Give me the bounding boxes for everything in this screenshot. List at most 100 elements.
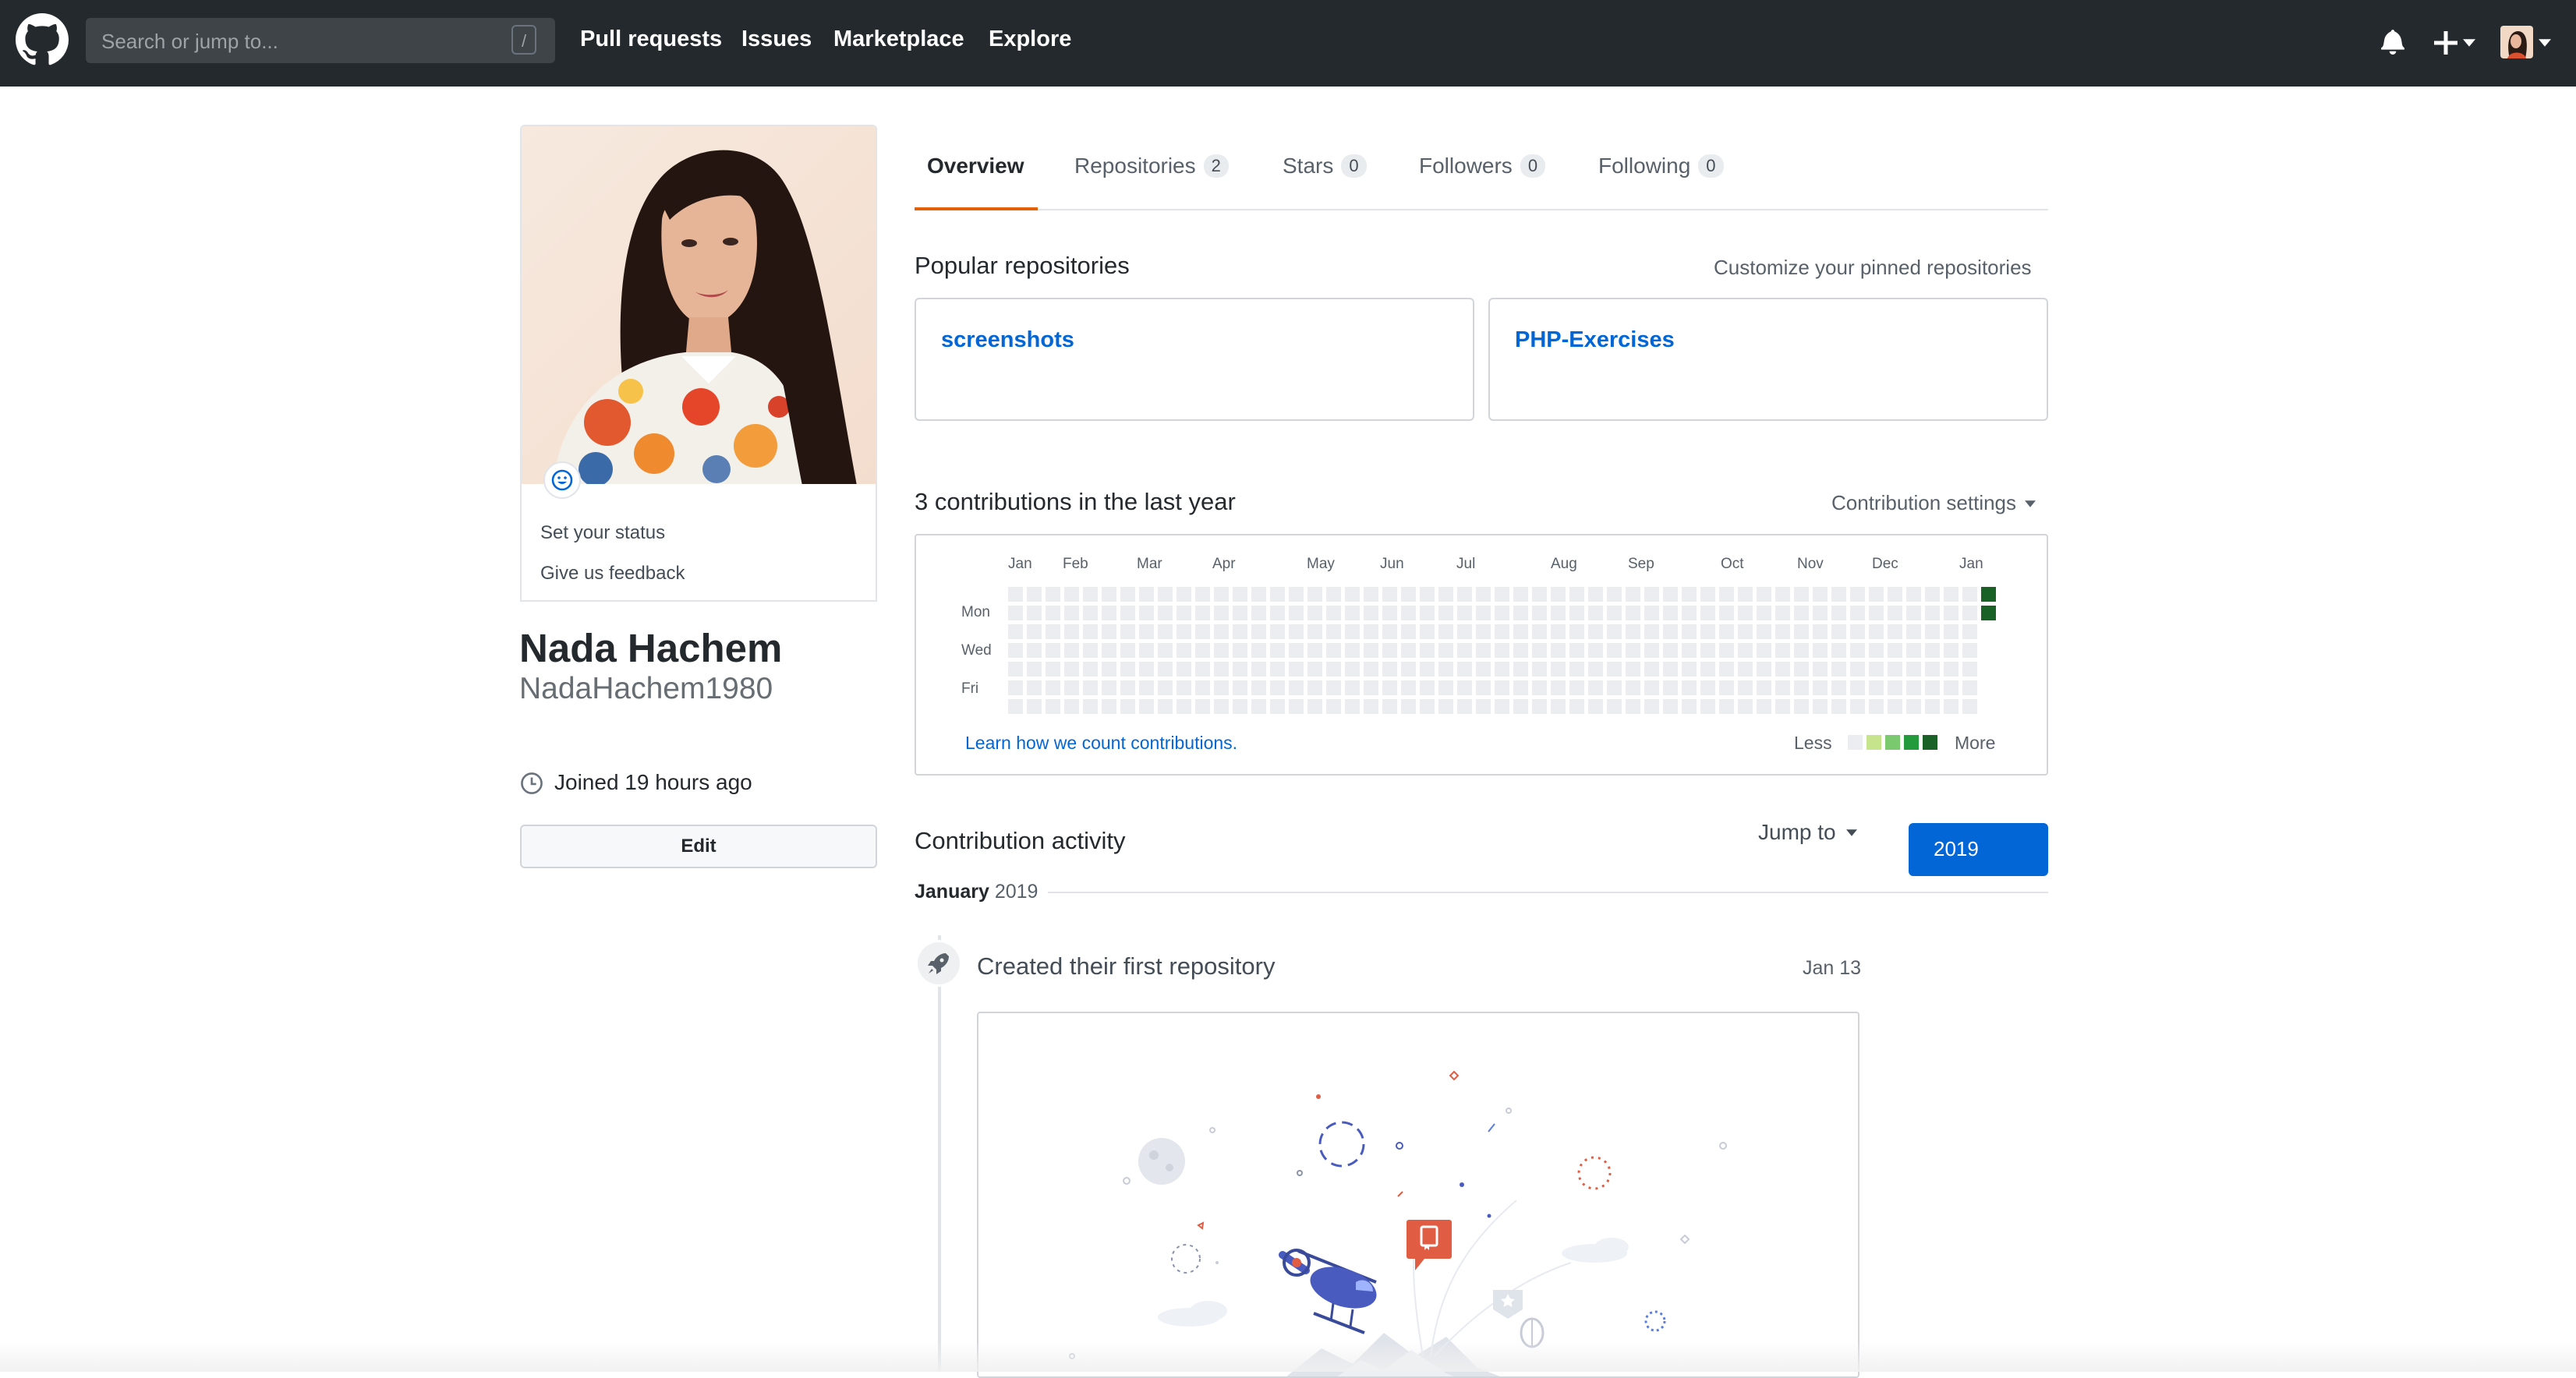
calendar-day-cell[interactable]: [1813, 662, 1828, 677]
calendar-day-cell[interactable]: [1326, 606, 1341, 620]
calendar-day-cell[interactable]: [1944, 624, 1959, 639]
calendar-day-cell[interactable]: [1513, 587, 1528, 602]
calendar-day-cell[interactable]: [1364, 587, 1378, 602]
calendar-day-cell[interactable]: [1551, 699, 1566, 714]
calendar-day-cell[interactable]: [1120, 699, 1135, 714]
calendar-day-cell[interactable]: [1869, 662, 1884, 677]
calendar-day-cell[interactable]: [1177, 624, 1191, 639]
calendar-day-cell[interactable]: [1663, 680, 1678, 695]
nav-marketplace[interactable]: Marketplace: [833, 26, 964, 52]
calendar-day-cell[interactable]: [1307, 606, 1322, 620]
calendar-day-cell[interactable]: [1345, 699, 1360, 714]
calendar-day-cell[interactable]: [1532, 606, 1547, 620]
calendar-day-cell[interactable]: [1420, 662, 1435, 677]
calendar-day-cell[interactable]: [1251, 643, 1266, 658]
calendar-day-cell[interactable]: [1644, 624, 1659, 639]
calendar-day-cell[interactable]: [1177, 587, 1191, 602]
calendar-day-cell[interactable]: [1831, 624, 1846, 639]
calendar-day-cell[interactable]: [1719, 624, 1734, 639]
calendar-day-cell[interactable]: [1607, 587, 1622, 602]
calendar-day-cell[interactable]: [1962, 624, 1977, 639]
calendar-day-cell[interactable]: [1139, 699, 1154, 714]
calendar-day-cell[interactable]: [1401, 606, 1416, 620]
calendar-day-cell[interactable]: [1813, 606, 1828, 620]
tab-overview[interactable]: Overview: [927, 154, 1024, 178]
calendar-day-cell[interactable]: [1700, 699, 1715, 714]
calendar-day-cell[interactable]: [1588, 606, 1603, 620]
calendar-day-cell[interactable]: [1438, 643, 1453, 658]
calendar-day-cell[interactable]: [1457, 624, 1472, 639]
calendar-day-cell[interactable]: [1438, 624, 1453, 639]
calendar-day-cell[interactable]: [1270, 662, 1285, 677]
calendar-day-cell[interactable]: [1420, 699, 1435, 714]
calendar-day-cell[interactable]: [1588, 699, 1603, 714]
calendar-day-cell[interactable]: [1738, 680, 1753, 695]
calendar-day-cell[interactable]: [1607, 643, 1622, 658]
calendar-day-cell[interactable]: [1438, 680, 1453, 695]
calendar-day-cell[interactable]: [1813, 699, 1828, 714]
calendar-day-cell[interactable]: [1382, 699, 1397, 714]
calendar-day-cell[interactable]: [1626, 699, 1640, 714]
calendar-day-cell[interactable]: [1850, 606, 1865, 620]
calendar-day-cell[interactable]: [1251, 680, 1266, 695]
calendar-day-cell[interactable]: [1064, 624, 1079, 639]
calendar-day-cell[interactable]: [1158, 606, 1173, 620]
calendar-day-cell[interactable]: [1438, 699, 1453, 714]
calendar-day-cell[interactable]: [1906, 699, 1921, 714]
calendar-day-cell[interactable]: [1102, 624, 1116, 639]
calendar-day-cell[interactable]: [1401, 624, 1416, 639]
calendar-day-cell[interactable]: [1682, 699, 1697, 714]
bell-icon[interactable]: [2381, 28, 2404, 55]
calendar-day-cell[interactable]: [1420, 680, 1435, 695]
calendar-day-cell[interactable]: [1532, 624, 1547, 639]
calendar-day-cell[interactable]: [1944, 662, 1959, 677]
calendar-day-cell[interactable]: [1420, 606, 1435, 620]
calendar-day-cell[interactable]: [1588, 624, 1603, 639]
calendar-day-cell[interactable]: [1775, 662, 1790, 677]
calendar-day-cell[interactable]: [1700, 662, 1715, 677]
calendar-day-cell[interactable]: [1588, 662, 1603, 677]
calendar-day-cell[interactable]: [1195, 680, 1210, 695]
calendar-day-cell[interactable]: [1869, 606, 1884, 620]
year-2019-button[interactable]: 2019: [1909, 823, 2048, 876]
calendar-day-cell[interactable]: [1027, 680, 1042, 695]
calendar-day-cell[interactable]: [1569, 587, 1584, 602]
calendar-day-cell[interactable]: [1757, 624, 1771, 639]
calendar-day-cell[interactable]: [1794, 699, 1809, 714]
calendar-day-cell[interactable]: [1757, 699, 1771, 714]
calendar-day-cell[interactable]: [1401, 699, 1416, 714]
calendar-day-cell[interactable]: [1476, 606, 1491, 620]
calendar-day-cell[interactable]: [1495, 699, 1509, 714]
calendar-day-cell[interactable]: [1476, 662, 1491, 677]
calendar-day-cell[interactable]: [1326, 643, 1341, 658]
calendar-day-cell[interactable]: [1532, 680, 1547, 695]
calendar-day-cell[interactable]: [1046, 699, 1060, 714]
calendar-day-cell[interactable]: [1307, 680, 1322, 695]
calendar-day-cell[interactable]: [1476, 680, 1491, 695]
calendar-day-cell[interactable]: [1177, 680, 1191, 695]
calendar-day-cell[interactable]: [1083, 662, 1098, 677]
calendar-day-cell[interactable]: [1869, 680, 1884, 695]
repo-link[interactable]: screenshots: [941, 327, 1074, 353]
calendar-day-cell[interactable]: [1888, 662, 1902, 677]
calendar-day-cell[interactable]: [1326, 680, 1341, 695]
calendar-day-cell[interactable]: [1495, 662, 1509, 677]
calendar-day-cell[interactable]: [1177, 662, 1191, 677]
calendar-day-cell[interactable]: [1925, 587, 1940, 602]
calendar-day-cell[interactable]: [1757, 662, 1771, 677]
tab-stars[interactable]: Stars 0: [1283, 154, 1367, 178]
calendar-day-cell[interactable]: [1981, 606, 1996, 620]
calendar-day-cell[interactable]: [1214, 643, 1229, 658]
calendar-day-cell[interactable]: [1139, 680, 1154, 695]
calendar-day-cell[interactable]: [1233, 587, 1247, 602]
calendar-day-cell[interactable]: [1008, 606, 1023, 620]
calendar-day-cell[interactable]: [1008, 680, 1023, 695]
calendar-day-cell[interactable]: [1289, 624, 1304, 639]
calendar-day-cell[interactable]: [1139, 662, 1154, 677]
calendar-day-cell[interactable]: [1626, 680, 1640, 695]
calendar-day-cell[interactable]: [1195, 662, 1210, 677]
calendar-day-cell[interactable]: [1345, 587, 1360, 602]
calendar-day-cell[interactable]: [1120, 662, 1135, 677]
calendar-day-cell[interactable]: [1495, 643, 1509, 658]
calendar-day-cell[interactable]: [1607, 680, 1622, 695]
